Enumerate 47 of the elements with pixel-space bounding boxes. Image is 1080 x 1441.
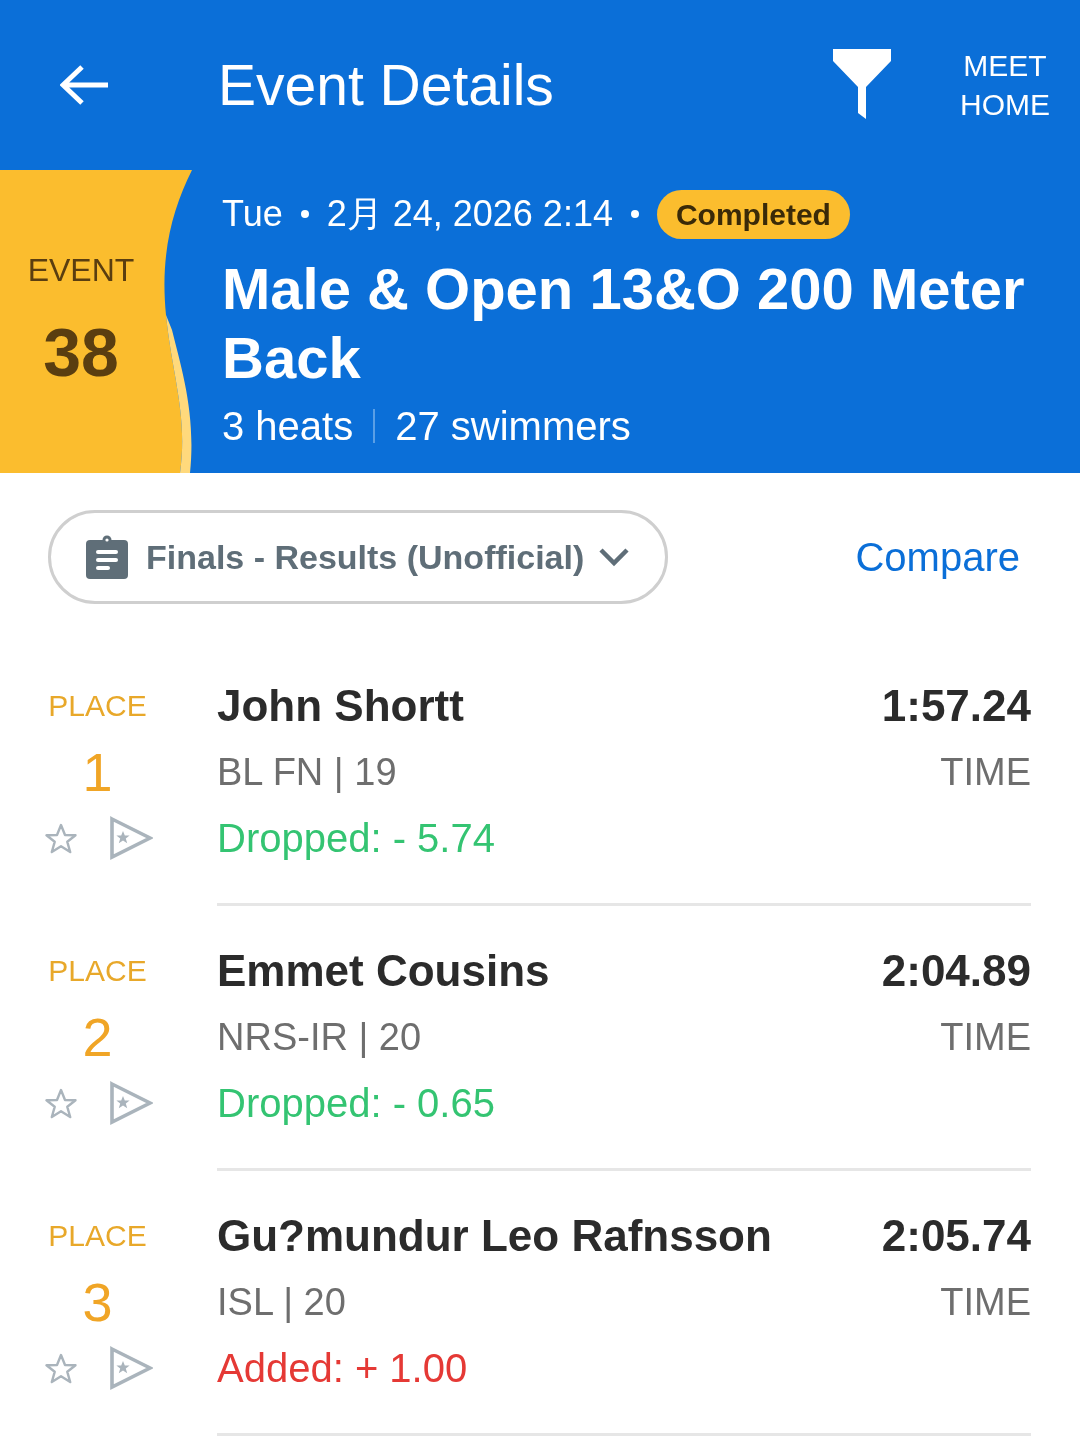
pennant-star-icon[interactable] — [109, 1346, 153, 1390]
swim-time: 2:05.74 — [881, 1211, 1031, 1261]
team-age: NRS-IR | 20 — [217, 1015, 422, 1059]
filter-icon — [833, 49, 891, 119]
status-badge: Completed — [656, 189, 850, 239]
time-change: Dropped: - 0.65 — [217, 1080, 495, 1126]
star-outline-icon[interactable] — [45, 1087, 77, 1119]
place-label: PLACE — [48, 1218, 147, 1254]
star-outline-icon[interactable] — [45, 1352, 77, 1384]
back-arrow-icon — [60, 65, 110, 105]
event-title: Male & Open 13&O 200 Meter Back — [222, 255, 1026, 392]
bullet-dot-icon — [630, 210, 639, 218]
chevron-down-icon — [598, 547, 631, 567]
place-label: PLACE — [48, 953, 147, 989]
filter-button[interactable] — [833, 49, 891, 119]
swimmer-name: Emmet Cousins — [217, 946, 550, 996]
swim-time: 2:04.89 — [881, 946, 1031, 996]
swim-time: 1:57.24 — [881, 681, 1031, 731]
place-number: 3 — [82, 1271, 113, 1334]
event-number: 38 — [43, 313, 119, 392]
time-change: Added: + 1.00 — [217, 1345, 468, 1391]
clipboard-icon — [86, 535, 128, 579]
place-label: PLACE — [48, 688, 147, 724]
back-button[interactable] — [60, 65, 110, 105]
time-label: TIME — [940, 750, 1031, 794]
time-change: Dropped: - 5.74 — [217, 815, 495, 861]
star-outline-icon[interactable] — [45, 822, 77, 854]
pennant-star-icon[interactable] — [109, 1081, 153, 1125]
place-number: 1 — [82, 741, 113, 804]
time-label: TIME — [940, 1280, 1031, 1324]
meet-home-button[interactable]: MEET HOME — [955, 46, 1055, 124]
swimmer-name: Gu?mundur Leo Rafnsson — [217, 1211, 772, 1261]
place-number: 2 — [82, 1006, 113, 1069]
pennant-star-icon[interactable] — [109, 816, 153, 860]
team-age: ISL | 20 — [217, 1280, 346, 1324]
bullet-dot-icon — [300, 210, 309, 218]
swimmer-name: John Shortt — [217, 681, 464, 731]
team-age: BL FN | 19 — [217, 750, 397, 794]
compare-link[interactable]: Compare — [855, 534, 1020, 580]
swimmers-count: 27 swimmers — [395, 403, 631, 449]
event-date-time: 2月 24, 2026 2:14 — [326, 191, 613, 236]
event-day: Tue — [222, 193, 283, 235]
time-label: TIME — [940, 1015, 1031, 1059]
session-dropdown[interactable]: Finals - Results (Unofficial) — [48, 510, 668, 604]
heats-count: 3 heats — [222, 403, 354, 449]
event-label: EVENT — [27, 251, 135, 290]
screen-title: Event Details — [218, 52, 554, 118]
